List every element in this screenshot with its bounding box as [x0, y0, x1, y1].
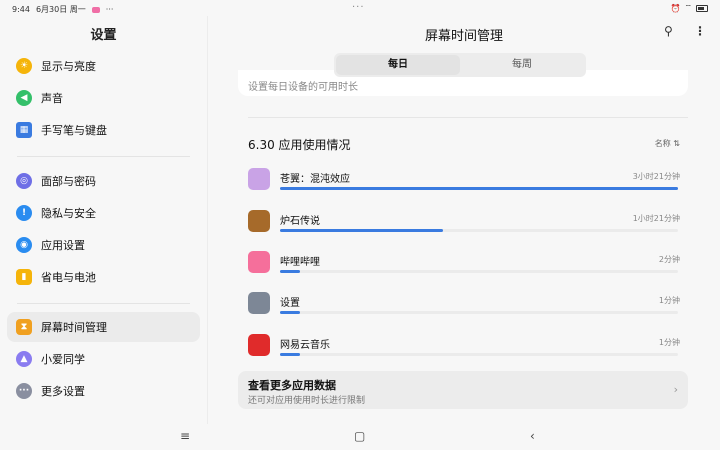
- notification-icon: [91, 6, 100, 13]
- status-time: 9:44: [12, 5, 30, 14]
- usage-bar-fill: [280, 229, 444, 232]
- alarm-icon: ⏰: [670, 3, 681, 13]
- speaker-icon: ◀: [16, 90, 32, 106]
- sidebar-item-battery[interactable]: ▮ 省电与电池: [7, 262, 200, 292]
- sidebar-item-label: 应用设置: [41, 239, 85, 252]
- sidebar-divider: [17, 303, 190, 304]
- sidebar-item-label: 手写笔与键盘: [41, 124, 107, 137]
- sidebar-item-label: 更多设置: [41, 385, 85, 398]
- sidebar-item-label: 声音: [41, 92, 63, 105]
- menu-icon[interactable]: ≡: [180, 429, 190, 443]
- app-usage-row[interactable]: 哔哩哔哩 2分钟: [248, 251, 680, 279]
- status-more-icon: ···: [105, 5, 114, 14]
- sidebar-item-screen-time[interactable]: ⧗ 屏幕时间管理: [7, 312, 200, 342]
- app-usage-row[interactable]: 炉石传说 1小时21分钟: [248, 210, 680, 238]
- usage-bar-fill: [280, 353, 300, 356]
- keyboard-icon: ▦: [16, 122, 32, 138]
- sidebar: 设置 ☀ 显示与亮度 ◀ 声音 ▦ 手写笔与键盘 ◎ 面部与密码 ! 隐私与安全…: [0, 16, 208, 424]
- hearthstone-icon: [248, 210, 270, 232]
- bilibili-icon: [248, 251, 270, 273]
- sidebar-item-assistant[interactable]: ▲ 小爱同学: [7, 344, 200, 374]
- status-bar: 9:44 6月30日 周一 ··· ··· ⏰ ⌔: [0, 0, 720, 16]
- battery-icon: ▮: [16, 269, 32, 285]
- usage-section-title: 6.30 应用使用情况: [248, 138, 351, 152]
- sidebar-divider: [17, 156, 190, 157]
- sidebar-item-label: 隐私与安全: [41, 207, 96, 220]
- sidebar-item-face-password[interactable]: ◎ 面部与密码: [7, 166, 200, 196]
- sidebar-item-privacy[interactable]: ! 隐私与安全: [7, 198, 200, 228]
- sort-button[interactable]: 名称 ⇅: [655, 138, 680, 149]
- chevron-right-icon: ›: [673, 383, 678, 396]
- app-name: 苍翼：混沌效应: [280, 174, 350, 185]
- usage-bar-fill: [280, 187, 678, 190]
- app-usage-row[interactable]: 苍翼：混沌效应 3小时21分钟: [248, 168, 680, 196]
- back-icon[interactable]: ‹: [530, 429, 535, 443]
- section-divider: [248, 117, 688, 118]
- usage-bar-track: [280, 229, 678, 232]
- game-blazblue-icon: [248, 168, 270, 190]
- assistant-icon: ▲: [16, 351, 32, 367]
- sidebar-item-label: 省电与电池: [41, 271, 96, 284]
- hourglass-icon: ⧗: [16, 319, 32, 335]
- app-usage-row[interactable]: 设置 1分钟: [248, 292, 680, 320]
- app-name: 设置: [280, 298, 300, 309]
- app-name: 网易云音乐: [280, 340, 330, 351]
- usage-bar-track: [280, 270, 678, 273]
- navigation-bar: ≡ ▢ ‹: [0, 424, 720, 450]
- home-icon[interactable]: ▢: [354, 429, 365, 443]
- app-usage-time: 1小时21分钟: [632, 214, 680, 223]
- app-name: 哔哩哔哩: [280, 257, 320, 268]
- sidebar-title: 设置: [90, 28, 117, 43]
- apps-icon: ◉: [16, 237, 32, 253]
- tab-daily[interactable]: 每日: [336, 55, 460, 75]
- sidebar-item-more-settings[interactable]: ··· 更多设置: [7, 376, 200, 406]
- shield-icon: !: [16, 205, 32, 221]
- wifi-icon: ⌔: [684, 3, 692, 12]
- sidebar-item-label: 显示与亮度: [41, 60, 96, 73]
- main-panel: 屏幕时间管理 ⚲ ⋮ 设置每日设备的可用时长 每日 每周 6.30 应用使用情况…: [208, 16, 720, 424]
- tab-weekly[interactable]: 每周: [460, 55, 584, 75]
- more-icon: ···: [16, 383, 32, 399]
- usage-bar-track: [280, 187, 678, 190]
- sidebar-item-keyboard[interactable]: ▦ 手写笔与键盘: [7, 115, 200, 145]
- app-name: 炉石传说: [280, 216, 320, 227]
- sidebar-item-label: 小爱同学: [41, 353, 85, 366]
- window-handle-icon[interactable]: ···: [352, 2, 365, 13]
- more-app-data-button[interactable]: 查看更多应用数据 还可对应用使用时长进行限制 ›: [238, 371, 688, 409]
- app-usage-time: 1分钟: [658, 338, 680, 347]
- face-icon: ◎: [16, 173, 32, 189]
- settings-icon: [248, 292, 270, 314]
- overflow-menu-icon[interactable]: ⋮: [694, 24, 706, 38]
- more-app-data-title: 查看更多应用数据: [248, 379, 336, 392]
- status-date: 6月30日 周一: [35, 5, 86, 14]
- sun-icon: ☀: [16, 58, 32, 74]
- sidebar-item-label: 屏幕时间管理: [41, 321, 107, 334]
- sidebar-item-sound[interactable]: ◀ 声音: [7, 83, 200, 113]
- app-usage-row[interactable]: 网易云音乐 1分钟: [248, 334, 680, 362]
- usage-bar-fill: [280, 270, 300, 273]
- usage-bar-track: [280, 311, 678, 314]
- more-app-data-subtitle: 还可对应用使用时长进行限制: [248, 396, 366, 406]
- usage-bar-track: [280, 353, 678, 356]
- sidebar-item-apps[interactable]: ◉ 应用设置: [7, 230, 200, 260]
- family-icon[interactable]: ⚲: [664, 24, 673, 38]
- battery-status-icon: [696, 4, 708, 12]
- page-title: 屏幕时间管理: [424, 29, 503, 44]
- sidebar-item-display[interactable]: ☀ 显示与亮度: [7, 51, 200, 81]
- app-usage-time: 1分钟: [658, 296, 680, 305]
- period-tabs: 每日 每周: [334, 53, 586, 77]
- netease-music-icon: [248, 334, 270, 356]
- app-usage-time: 3小时21分钟: [632, 172, 680, 181]
- sidebar-item-label: 面部与密码: [41, 175, 96, 188]
- app-usage-time: 2分钟: [658, 255, 680, 264]
- usage-bar-fill: [280, 311, 300, 314]
- daily-limit-text: 设置每日设备的可用时长: [248, 82, 358, 93]
